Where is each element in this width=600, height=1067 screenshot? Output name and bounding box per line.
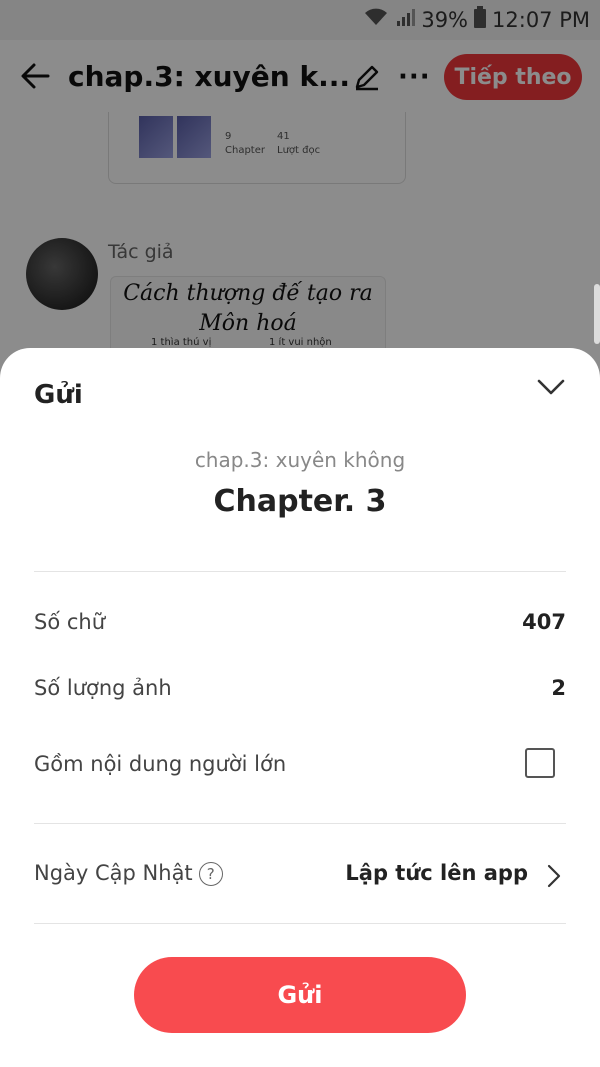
image-count-label: Số lượng ảnh bbox=[34, 676, 172, 700]
chevron-right-icon[interactable] bbox=[546, 863, 562, 889]
publish-bottom-sheet: Gửi chap.3: xuyên không Chapter. 3 Số ch… bbox=[0, 348, 600, 1067]
image-count-value: 2 bbox=[551, 676, 566, 700]
divider bbox=[34, 571, 566, 572]
adult-content-checkbox[interactable] bbox=[525, 748, 555, 778]
word-count-value: 407 bbox=[522, 610, 566, 634]
scrollbar bbox=[594, 284, 600, 344]
adult-content-label: Gồm nội dung người lớn bbox=[34, 752, 287, 776]
update-date-label: Ngày Cập Nhật bbox=[34, 861, 193, 885]
divider bbox=[34, 823, 566, 824]
word-count-label: Số chữ bbox=[34, 610, 106, 634]
sheet-title: Gửi bbox=[34, 380, 83, 410]
chevron-down-icon[interactable] bbox=[536, 376, 566, 398]
story-subtitle: chap.3: xuyên không bbox=[194, 448, 406, 472]
chapter-heading: Chapter. 3 bbox=[213, 484, 387, 519]
update-date-label-row: Ngày Cập Nhật? bbox=[34, 861, 223, 886]
help-circle-icon[interactable]: ? bbox=[198, 862, 223, 886]
send-button[interactable]: Gửi bbox=[134, 957, 466, 1033]
update-date-value[interactable]: Lập tức lên app bbox=[345, 861, 528, 885]
divider bbox=[34, 923, 566, 924]
